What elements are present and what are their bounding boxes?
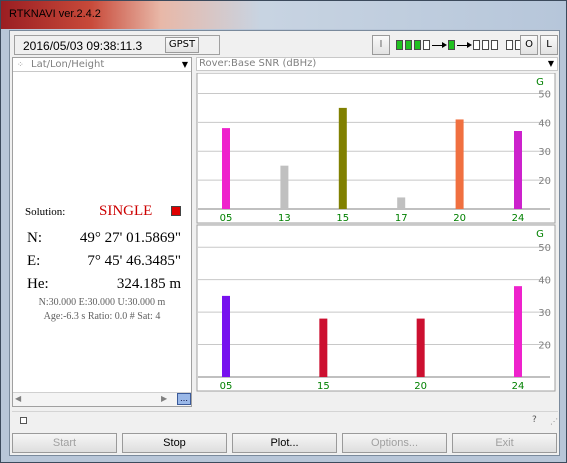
stream-arrow-icon bbox=[467, 42, 472, 48]
stream-status-active bbox=[448, 40, 455, 50]
dropdown-arrow-icon[interactable]: ▼ bbox=[548, 58, 554, 70]
snr-bar bbox=[280, 165, 289, 209]
title-bar[interactable]: RTKNAVI ver.2.4.2 bbox=[1, 1, 566, 29]
solution-panel: ⁘ Lat/Lon/Height ▼ Solution: SINGLE N: 4… bbox=[12, 57, 192, 407]
time-system-button[interactable]: GPST bbox=[165, 37, 199, 53]
satellite-label: 20 bbox=[414, 381, 427, 392]
satellite-label: 13 bbox=[278, 213, 291, 224]
satellite-label: 20 bbox=[453, 213, 466, 224]
time-text: 2016/05/03 09:38:11.3 bbox=[23, 39, 143, 53]
y-tick-label: 40 bbox=[538, 276, 551, 287]
constellation-label: G bbox=[536, 77, 544, 88]
small-square-icon: ⁘ bbox=[17, 60, 24, 69]
input-streams-button[interactable]: I bbox=[372, 35, 390, 55]
help-icon[interactable]: ? bbox=[532, 415, 537, 425]
exit-button[interactable]: Exit bbox=[452, 433, 557, 453]
log-streams-button[interactable]: L bbox=[540, 35, 558, 55]
stream-status-inactive bbox=[473, 40, 480, 50]
snr-panel: Rover:Base SNR (dBHz) ▼ 20 30 40 50 G 05 13 15 1… bbox=[196, 57, 558, 407]
time-display: 2016/05/03 09:38:11.3 GPST bbox=[14, 35, 220, 55]
snr-plot-label: Rover:Base SNR (dBHz) bbox=[199, 58, 317, 69]
snr-bar bbox=[416, 318, 425, 377]
solution-indicator-icon bbox=[171, 206, 181, 216]
satellite-label: 17 bbox=[395, 213, 408, 224]
snr-charts: 20304050G05 13 15 17 20 2420304050G05 15 20 24 bbox=[196, 73, 556, 392]
panel-options-icon[interactable]: … bbox=[177, 393, 191, 405]
stream-status-inactive bbox=[506, 40, 513, 50]
status-checkbox[interactable] bbox=[20, 417, 27, 424]
start-button[interactable]: Start bbox=[12, 433, 117, 453]
satellite-label: 24 bbox=[512, 381, 525, 392]
button-row: Start Stop Plot... Options... Exit bbox=[10, 431, 561, 455]
snr-bar bbox=[455, 119, 464, 209]
snr-plot-area bbox=[196, 224, 556, 392]
stop-button[interactable]: Stop bbox=[122, 433, 227, 453]
snr-bar bbox=[222, 128, 230, 209]
satellite-label: 05 bbox=[220, 213, 233, 224]
constellation-label: G bbox=[536, 229, 544, 240]
y-tick-label: 20 bbox=[538, 341, 551, 352]
satellite-label: 05 bbox=[220, 381, 233, 392]
longitude-label: E: bbox=[27, 253, 41, 269]
stream-status-inactive bbox=[423, 40, 430, 50]
stream-status-indicators bbox=[396, 40, 522, 52]
satellite-label: 15 bbox=[336, 213, 349, 224]
stream-status-inactive bbox=[491, 40, 498, 50]
latitude-value: 49° 27' 01.5869" bbox=[79, 230, 181, 246]
height-value: 324.185 m bbox=[116, 276, 181, 292]
client-area: 2016/05/03 09:38:11.3 GPST I O L ⁘ Lat/L… bbox=[9, 30, 560, 456]
y-tick-label: 20 bbox=[538, 176, 551, 187]
y-tick-label: 50 bbox=[538, 243, 551, 254]
y-tick-label: 30 bbox=[538, 308, 551, 319]
resize-grip-icon[interactable]: ⋰ bbox=[550, 417, 558, 426]
snr-bar bbox=[222, 295, 230, 377]
horizontal-scrollbar[interactable]: ◀ ▶ … bbox=[13, 392, 191, 406]
snr-bar bbox=[514, 286, 522, 377]
snr-plot-selector[interactable]: Rover:Base SNR (dBHz) ▼ bbox=[196, 57, 558, 71]
longitude-value: 7° 45' 46.3485" bbox=[87, 253, 181, 269]
plot-button[interactable]: Plot... bbox=[232, 433, 337, 453]
y-tick-label: 50 bbox=[538, 89, 551, 100]
rtknavi-window: RTKNAVI ver.2.4.2 2016/05/03 09:38:11.3 … bbox=[0, 0, 567, 463]
height-label: He: bbox=[27, 276, 49, 292]
output-streams-button[interactable]: O bbox=[520, 35, 538, 55]
options-button[interactable]: Options... bbox=[342, 433, 447, 453]
snr-bar bbox=[397, 197, 406, 209]
standard-deviation-text: N:30.000 E:30.000 U:30.000 m bbox=[38, 297, 166, 308]
window-title: RTKNAVI ver.2.4.2 bbox=[9, 8, 101, 20]
dropdown-arrow-icon[interactable]: ▼ bbox=[182, 58, 188, 71]
stream-arrow-icon bbox=[442, 42, 447, 48]
stream-status-active bbox=[405, 40, 412, 50]
snr-plot-area bbox=[196, 73, 556, 224]
snr-bar bbox=[319, 318, 328, 377]
snr-bar bbox=[338, 107, 347, 209]
scroll-right-icon[interactable]: ▶ bbox=[161, 394, 167, 403]
status-bar: ? ⋰ bbox=[12, 411, 558, 429]
age-ratio-text: Age:-6.3 s Ratio: 0.0 # Sat: 4 bbox=[43, 311, 161, 322]
stream-status-active bbox=[414, 40, 421, 50]
stream-status-active bbox=[396, 40, 403, 50]
satellite-label: 24 bbox=[512, 213, 525, 224]
solution-status: SINGLE bbox=[99, 203, 153, 219]
scroll-left-icon[interactable]: ◀ bbox=[15, 394, 21, 403]
satellite-label: 15 bbox=[317, 381, 330, 392]
solution-format-label: Lat/Lon/Height bbox=[31, 59, 105, 70]
solution-format-selector[interactable]: ⁘ Lat/Lon/Height ▼ bbox=[13, 58, 191, 72]
y-tick-label: 30 bbox=[538, 147, 551, 158]
solution-label: Solution: bbox=[25, 206, 66, 218]
stream-status-inactive bbox=[482, 40, 489, 50]
y-tick-label: 40 bbox=[538, 118, 551, 129]
latitude-label: N: bbox=[27, 230, 42, 246]
snr-bar bbox=[514, 131, 522, 209]
